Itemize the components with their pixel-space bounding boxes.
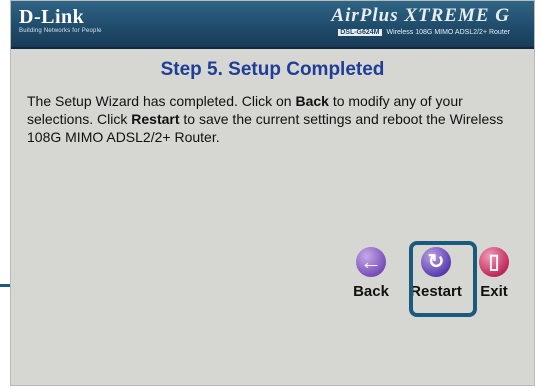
exit-label: Exit [480, 283, 508, 300]
back-label: Back [353, 283, 389, 300]
arrow-left-icon: ← [356, 247, 386, 277]
description-restart-word: Restart [131, 111, 180, 127]
exit-button[interactable]: ▯ Exit [474, 247, 514, 300]
back-button[interactable]: ← Back [351, 247, 391, 300]
page-title: Step 5. Setup Completed [160, 59, 385, 80]
restart-highlight-box [409, 241, 477, 317]
brand-tagline: Building Networks for People [19, 28, 102, 34]
description-part1: The Setup Wizard has completed. Click on [27, 93, 296, 109]
model-badge: DSL-G624M [338, 29, 382, 36]
dlink-logo: D-Link [19, 6, 85, 28]
header-banner: D-Link Building Networks for People AirP… [11, 1, 534, 49]
door-exit-icon: ▯ [479, 247, 509, 277]
airplus-xtreme-g-logo: AirPlus XTREME G [331, 5, 510, 26]
setup-wizard-window: D-Link Building Networks for People AirP… [10, 0, 535, 386]
description-back-word: Back [295, 93, 329, 109]
description-text: The Setup Wizard has completed. Click on… [27, 92, 521, 146]
model-line: DSL-G624M Wireless 108G MIMO ADSL2/2+ Ro… [338, 29, 510, 36]
model-description: Wireless 108G MIMO ADSL2/2+ Router [386, 29, 510, 36]
